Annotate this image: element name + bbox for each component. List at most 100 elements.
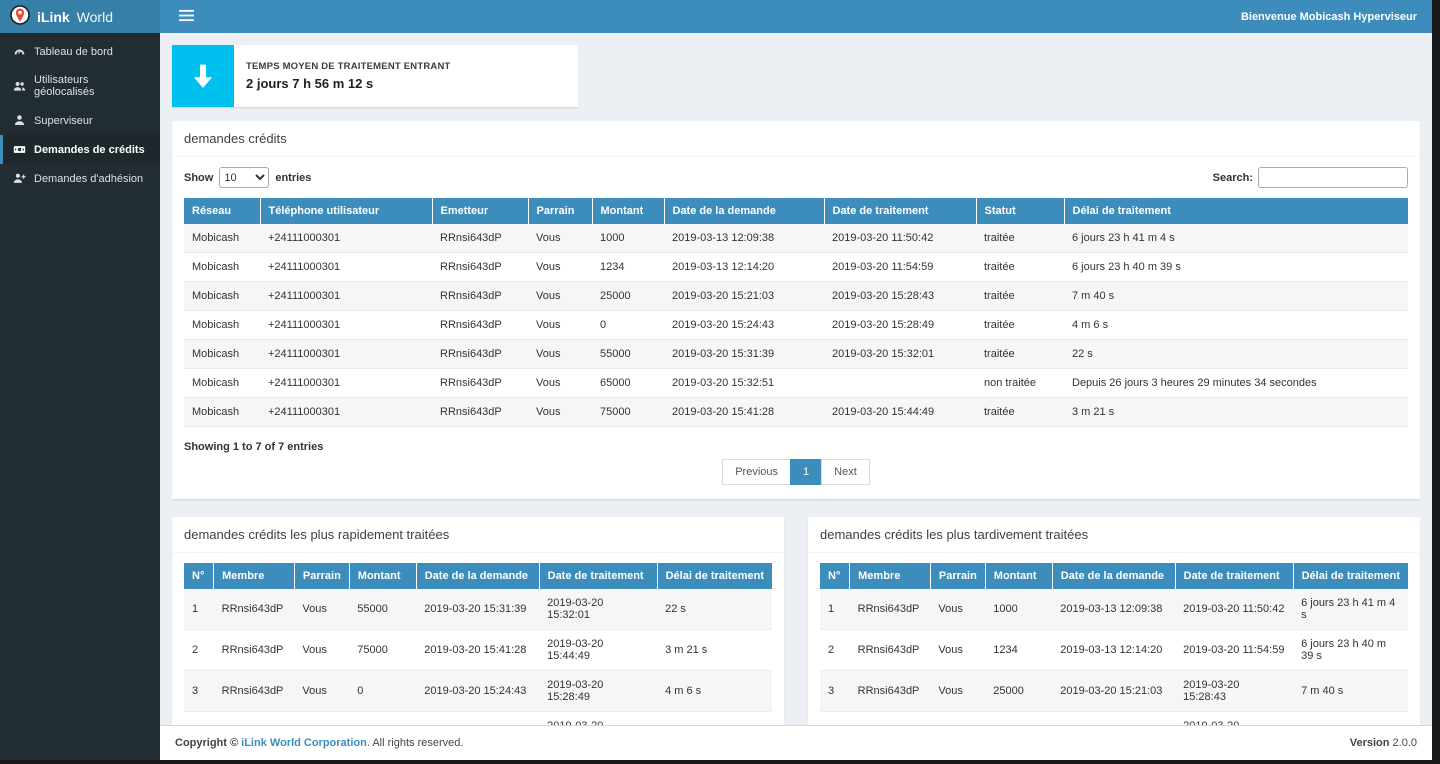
pagination-page-1-button[interactable]: 1 xyxy=(790,459,822,485)
fastest-panel-title: demandes crédits les plus rapidement tra… xyxy=(172,517,784,553)
pagination-previous-button[interactable]: Previous xyxy=(722,459,791,485)
table-cell: Mobicash xyxy=(184,369,260,398)
table-cell: 2019-03-20 15:24:43 xyxy=(416,671,539,712)
table-cell: 4 m 6 s xyxy=(1293,712,1408,726)
column-header[interactable]: Membre xyxy=(850,563,931,589)
search-input[interactable] xyxy=(1258,167,1408,188)
column-header[interactable]: Réseau xyxy=(184,198,260,224)
table-cell: Vous xyxy=(294,712,349,726)
table-cell: 3 xyxy=(820,671,850,712)
table-cell: 2019-03-20 15:28:43 xyxy=(539,712,657,726)
credits-table: RéseauTéléphone utilisateurEmetteurParra… xyxy=(184,198,1408,427)
table-cell: 2019-03-13 12:14:20 xyxy=(1052,630,1175,671)
credits-panel: demandes crédits Show 10 entries Search: xyxy=(172,121,1420,499)
column-header[interactable]: Emetteur xyxy=(432,198,528,224)
column-header[interactable]: Statut xyxy=(976,198,1064,224)
column-header[interactable]: Montant xyxy=(985,563,1052,589)
table-cell: Mobicash xyxy=(184,282,260,311)
table-cell: Mobicash xyxy=(184,398,260,427)
column-header[interactable]: Délai de traitement xyxy=(657,563,772,589)
column-header[interactable]: Délai de traitement xyxy=(1064,198,1408,224)
table-cell: Vous xyxy=(294,671,349,712)
table-header-row: N°MembreParrainMontantDate de la demande… xyxy=(820,563,1408,589)
table-cell: 2019-03-20 11:54:59 xyxy=(824,253,976,282)
table-cell: 2019-03-20 15:21:03 xyxy=(1052,671,1175,712)
table-cell: Vous xyxy=(528,369,592,398)
table-cell: 6 jours 23 h 40 m 39 s xyxy=(1064,253,1408,282)
table-cell: 2019-03-20 15:44:49 xyxy=(539,630,657,671)
table-header-row: N°MembreParrainMontantDate de la demande… xyxy=(184,563,772,589)
column-header[interactable]: N° xyxy=(820,563,850,589)
table-cell: 0 xyxy=(985,712,1052,726)
table-cell: 6 jours 23 h 41 m 4 s xyxy=(1293,589,1408,630)
slowest-panel-title: demandes crédits les plus tardivement tr… xyxy=(808,517,1420,553)
sidebar-item-membership[interactable]: Demandes d'adhésion xyxy=(0,164,160,193)
brand-logo[interactable]: iLink World xyxy=(0,0,160,33)
table-cell: Vous xyxy=(930,630,985,671)
sidebar-toggle-button[interactable] xyxy=(175,5,198,29)
table-cell: +24111000301 xyxy=(260,282,432,311)
table-cell: 2019-03-20 15:41:28 xyxy=(416,630,539,671)
table-cell: 3 xyxy=(184,671,214,712)
sidebar-item-credits[interactable]: Demandes de crédits xyxy=(0,135,160,164)
table-cell: 22 s xyxy=(1064,340,1408,369)
search-label: Search: xyxy=(1213,172,1253,184)
table-cell: Vous xyxy=(528,282,592,311)
table-row: 3RRnsi643dPVous02019-03-20 15:24:432019-… xyxy=(184,671,772,712)
fastest-panel-body: N°MembreParrainMontantDate de la demande… xyxy=(172,553,784,725)
pagination-next-button[interactable]: Next xyxy=(821,459,870,485)
column-header[interactable]: Parrain xyxy=(528,198,592,224)
table-cell: 25000 xyxy=(349,712,416,726)
fastest-table: N°MembreParrainMontantDate de la demande… xyxy=(184,563,772,725)
column-header[interactable]: Parrain xyxy=(294,563,349,589)
table-cell: 2019-03-13 12:14:20 xyxy=(664,253,824,282)
table-cell: 7 m 40 s xyxy=(1293,671,1408,712)
table-cell: 1 xyxy=(820,589,850,630)
company-link[interactable]: iLink World Corporation xyxy=(241,737,367,749)
app-frame: iLink World Tableau de bordUtilisateurs … xyxy=(0,0,1432,760)
column-header[interactable]: Parrain xyxy=(930,563,985,589)
column-header[interactable]: Délai de traitement xyxy=(1293,563,1408,589)
copyright: Copyright © iLink World Corporation. All… xyxy=(175,737,463,749)
table-cell: traitée xyxy=(976,224,1064,253)
column-header[interactable]: Téléphone utilisateur xyxy=(260,198,432,224)
column-header[interactable]: Date de traitement xyxy=(824,198,976,224)
column-header[interactable]: Date de traitement xyxy=(1175,563,1293,589)
column-header[interactable]: Membre xyxy=(214,563,295,589)
table-cell: 2019-03-20 15:32:01 xyxy=(824,340,976,369)
column-header[interactable]: Date de la demande xyxy=(416,563,539,589)
entries-label: entries xyxy=(275,172,311,184)
column-header[interactable]: Montant xyxy=(349,563,416,589)
column-header[interactable]: Date de la demande xyxy=(664,198,824,224)
table-cell: traitée xyxy=(976,282,1064,311)
column-header[interactable]: Date de la demande xyxy=(1052,563,1175,589)
column-header[interactable]: Date de traitement xyxy=(539,563,657,589)
table-row: Mobicash+24111000301RRnsi643dPVous650002… xyxy=(184,369,1408,398)
slowest-table: N°MembreParrainMontantDate de la demande… xyxy=(820,563,1408,725)
table-cell: RRnsi643dP xyxy=(850,712,931,726)
column-header[interactable]: N° xyxy=(184,563,214,589)
credits-panel-title: demandes crédits xyxy=(172,121,1420,157)
page-length-select[interactable]: 10 xyxy=(219,167,269,188)
sidebar-item-supervisor[interactable]: Superviseur xyxy=(0,106,160,135)
info-box-label: TEMPS MOYEN DE TRAITEMENT ENTRANT xyxy=(246,61,451,72)
table-cell: Vous xyxy=(930,712,985,726)
show-label: Show xyxy=(184,172,213,184)
table-cell: 7 m 40 s xyxy=(1064,282,1408,311)
content-area: TEMPS MOYEN DE TRAITEMENT ENTRANT 2 jour… xyxy=(160,33,1432,725)
table-cell: 2 xyxy=(820,630,850,671)
column-header[interactable]: Montant xyxy=(592,198,664,224)
sidebar-item-dashboard[interactable]: Tableau de bord xyxy=(0,37,160,66)
table-cell: 2019-03-20 15:32:51 xyxy=(664,369,824,398)
info-box-text: TEMPS MOYEN DE TRAITEMENT ENTRANT 2 jour… xyxy=(234,45,463,107)
sidebar-item-users[interactable]: Utilisateurs géolocalisés xyxy=(0,66,160,106)
table-cell: Vous xyxy=(528,340,592,369)
table-cell: Vous xyxy=(294,630,349,671)
table-row: Mobicash+24111000301RRnsi643dPVous100020… xyxy=(184,224,1408,253)
users-icon xyxy=(12,80,26,93)
table-cell: RRnsi643dP xyxy=(850,630,931,671)
table-cell: 6 jours 23 h 40 m 39 s xyxy=(1293,630,1408,671)
table-cell: Vous xyxy=(294,589,349,630)
table-summary: Showing 1 to 7 of 7 entries xyxy=(184,441,1408,453)
table-row: Mobicash+24111000301RRnsi643dPVous123420… xyxy=(184,253,1408,282)
